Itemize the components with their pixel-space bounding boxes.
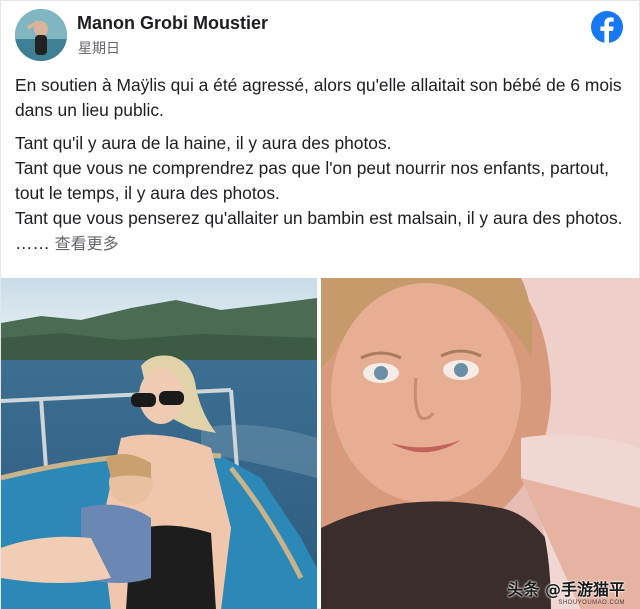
post-line: Tant qu'il y aura de la haine, il y aura… xyxy=(15,133,392,153)
post-text: En soutien à Maÿlis qui a été agressé, a… xyxy=(15,73,627,256)
photo-grid xyxy=(1,278,640,609)
watermark-text: 头条 @手游猫平 xyxy=(507,580,625,599)
photo-selfie[interactable] xyxy=(321,278,640,609)
avatar[interactable] xyxy=(15,9,67,61)
photo-boat-breastfeeding[interactable] xyxy=(1,278,317,609)
facebook-icon xyxy=(591,11,623,43)
post-header: Manon Grobi Moustier 星期日 xyxy=(15,9,625,61)
facebook-post: Manon Grobi Moustier 星期日 En soutien à Ma… xyxy=(0,0,640,609)
post-paragraph: En soutien à Maÿlis qui a été agressé, a… xyxy=(15,75,622,120)
author-name[interactable]: Manon Grobi Moustier xyxy=(77,13,268,34)
post-timestamp[interactable]: 星期日 xyxy=(78,38,120,58)
watermark-subtext: SHOUYOUMAO.COM xyxy=(558,600,625,606)
post-line: Tant que vous ne comprendrez pas que l'o… xyxy=(15,158,610,203)
watermark: 头条 @手游猫平 xyxy=(507,574,625,602)
see-more-link[interactable]: 查看更多 xyxy=(55,234,119,253)
